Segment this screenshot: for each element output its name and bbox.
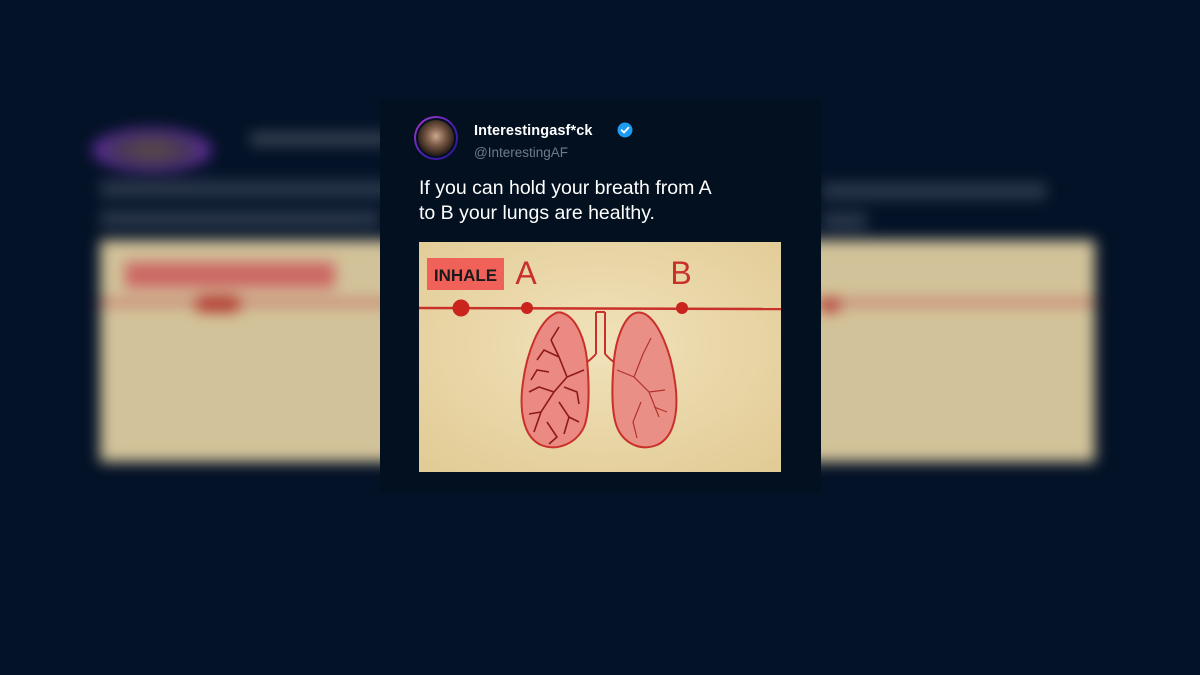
user-handle[interactable]: @InterestingAF (474, 145, 568, 160)
tweet-text-line: to B your lungs are healthy. (419, 202, 655, 224)
tweet-text: If you can hold your breath from A to B … (419, 176, 799, 226)
tweet-card[interactable]: Interestingasf*ck @InterestingAF If you … (380, 100, 821, 492)
blurred-text-line (100, 210, 380, 228)
point-a-label: A (515, 255, 537, 291)
tweet-text-line: If you can hold your breath from A (419, 177, 712, 199)
blurred-name (250, 132, 390, 146)
blurred-dot (195, 296, 241, 312)
blurred-text-line (822, 212, 867, 230)
avatar[interactable] (414, 116, 458, 160)
point-a-dot (521, 302, 533, 314)
inhale-label: INHALE (434, 266, 497, 285)
blurred-text-line (822, 182, 1047, 200)
blurred-dot (820, 298, 840, 312)
lungs-illustration: INHALE A B (419, 242, 781, 472)
tweet-media[interactable]: INHALE A B (419, 242, 781, 472)
blurred-inhale-box (125, 262, 335, 288)
point-b-label: B (670, 255, 691, 291)
display-name[interactable]: Interestingasf*ck (474, 123, 593, 139)
blurred-text-line (100, 180, 390, 198)
point-b-dot (676, 302, 688, 314)
timeline-line (419, 306, 781, 311)
progress-dot (452, 299, 470, 317)
video-frame: Interestingasf*ck @InterestingAF If you … (0, 0, 1200, 675)
avatar-photo (416, 118, 456, 158)
verified-badge-icon (617, 122, 633, 138)
blurred-avatar (92, 128, 212, 172)
